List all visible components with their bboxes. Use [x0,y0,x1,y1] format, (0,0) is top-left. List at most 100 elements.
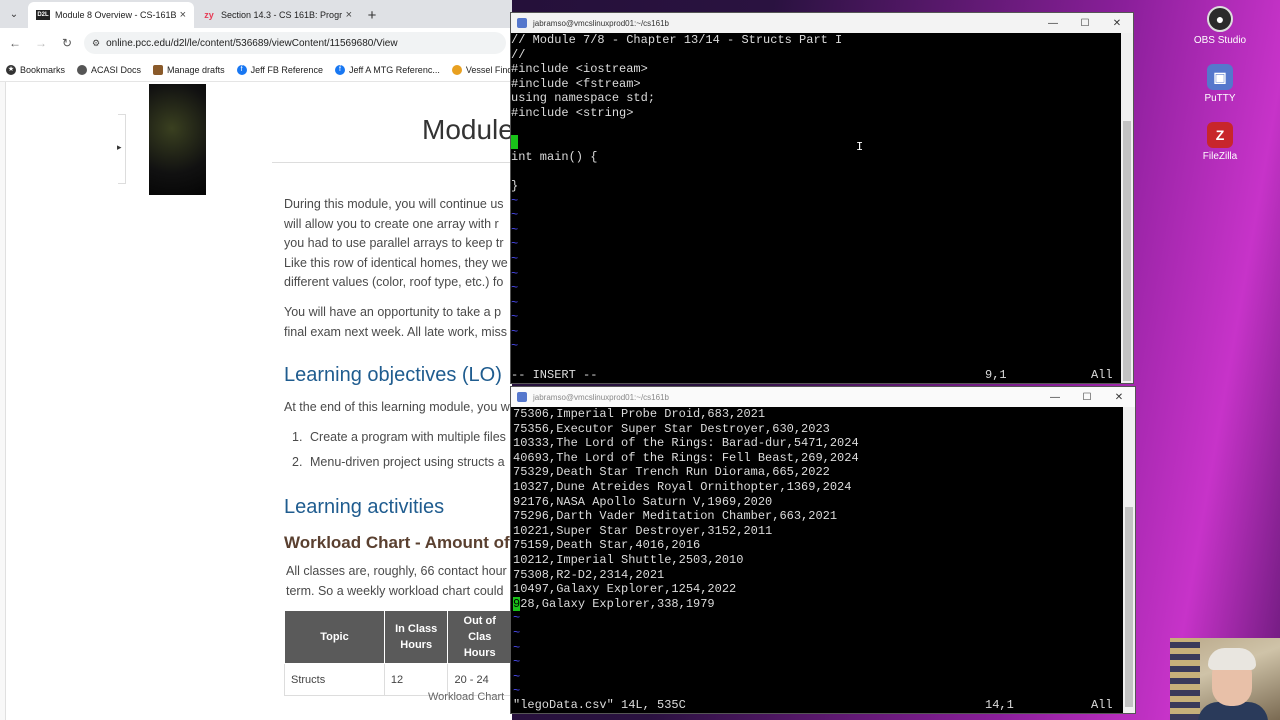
window-edge [0,82,6,720]
desktop-icon-label: OBS Studio [1193,35,1247,46]
csv-row: 10333,The Lord of the Rings: Barad-dur,5… [513,436,859,451]
putty-icon [517,392,527,402]
cursor-position: 9,1 [985,368,1007,382]
close-icon[interactable]: ✕ [1101,18,1133,29]
empty-line-tilde: ~ [513,684,521,699]
module-image [149,84,206,195]
table-header: Out of Clas Hours [447,610,512,664]
close-icon[interactable]: ✕ [1103,392,1135,403]
bookmark-manage-drafts[interactable]: Manage drafts [153,64,225,75]
empty-line-tilde: ~ [513,669,521,684]
putty-terminal-csv[interactable]: jabramso@vmcslinuxprod01:~/cs161b — ☐ ✕ … [510,386,1136,714]
terminal-line: int main() { [511,149,598,164]
table-header: Topic [284,610,385,664]
bookmark-acasi-docs[interactable]: ACASI Docs [77,64,141,75]
empty-line-tilde: ~ [511,281,519,296]
terminal-cursor: 9 [513,596,521,611]
empty-line-tilde: ~ [511,208,519,223]
new-tab-icon[interactable]: + [360,2,384,28]
vim-status-line: "legoData.csv" 14L, 535C 14,1 All [511,698,1123,713]
csv-row: 75356,Executor Super Star Destroyer,630,… [513,421,830,436]
tab-module-8[interactable]: D2L Module 8 Overview - CS-161B × [28,2,194,28]
url-text: online.pcc.edu/d2l/le/content/536689/vie… [106,37,398,49]
maximize-icon[interactable]: ☐ [1071,392,1103,403]
csv-row: 92176,NASA Apollo Saturn V,1969,2020 [513,494,773,509]
tab-section-14-3[interactable]: zy Section 14.3 - CS 161B: Program × [194,2,360,28]
bookmark-vessel-finder[interactable]: Vessel Finder [451,64,512,75]
terminal-cursor [511,135,519,150]
filezilla-shortcut[interactable]: Z FileZilla [1180,122,1260,162]
csv-row: 10212,Imperial Shuttle,2503,2010 [513,552,744,567]
back-icon[interactable]: ← [6,36,24,50]
empty-line-tilde: ~ [511,266,519,281]
reload-icon[interactable]: ↻ [58,36,76,50]
workload-table: Topic In Class Hours Out of Clas Hours S… [284,610,512,696]
address-bar[interactable]: ⚙ online.pcc.edu/d2l/le/content/536689/v… [84,32,506,54]
terminal-line: // Module 7/8 - Chapter 13/14 - Structs … [511,33,843,47]
terminal-title: jabramso@vmcslinuxprod01:~/cs161b [533,18,669,28]
empty-line-tilde: ~ [513,640,521,655]
objective-item: 2. Menu-driven project using structs a [292,455,505,469]
scroll-indicator: All [1091,368,1113,382]
forward-icon[interactable]: → [32,36,50,50]
zybooks-favicon-icon: zy [204,10,214,20]
tab-title: Module 8 Overview - CS-161B [55,10,176,20]
globe-icon [77,64,88,75]
empty-line-tilde: ~ [511,237,519,252]
text-cursor-icon: I [856,140,864,154]
minimize-icon[interactable]: — [1039,392,1071,403]
cursor-position: 14,1 [985,698,1014,712]
terminal-line: // [511,47,526,62]
minimize-icon[interactable]: — [1037,18,1069,29]
navigation-bar: ← → ↻ ⚙ online.pcc.edu/d2l/le/content/53… [0,28,512,58]
scrollbar[interactable] [1121,33,1133,383]
terminal-line: #include <fstream> [511,76,641,91]
table-caption: Workload Chart [428,691,505,703]
close-tab-icon[interactable]: × [180,9,186,21]
close-tab-icon[interactable]: × [346,9,352,21]
divider [272,162,512,163]
facebook-icon: f [334,64,345,75]
empty-line-tilde: ~ [513,611,521,626]
intro-paragraph: During this module, you will continue us… [284,197,508,289]
obs-studio-shortcut[interactable]: ● OBS Studio [1180,6,1260,46]
tab-search-chevron-icon[interactable]: ⌄ [0,0,28,28]
terminal-screen[interactable]: // Module 7/8 - Chapter 13/14 - Structs … [511,33,1121,383]
putty-shortcut[interactable]: ▣ PuTTY [1180,64,1260,104]
terminal-title: jabramso@vmcslinuxprod01:~/cs161b [533,392,669,402]
csv-row: 10327,Dune Atreides Royal Ornithopter,13… [513,479,852,494]
desktop-icon-label: PuTTY [1204,93,1236,104]
webcam-overlay [1170,638,1280,720]
browser-window: ⌄ D2L Module 8 Overview - CS-161B × zy S… [0,0,512,720]
scrollbar-thumb[interactable] [1125,507,1133,707]
empty-line-tilde: ~ [511,339,519,354]
star-icon: ★ [6,64,16,75]
csv-row: 10221,Super Star Destroyer,3152,2011 [513,523,773,538]
putty-icon: ▣ [1207,64,1233,90]
maximize-icon[interactable]: ☐ [1069,18,1101,29]
tab-bar: ⌄ D2L Module 8 Overview - CS-161B × zy S… [0,0,512,28]
terminal-screen[interactable]: 75306,Imperial Probe Droid,683,2021 75356… [511,407,1123,713]
objective-item: 1. Create a program with multiple files [292,430,506,444]
empty-line-tilde: ~ [511,324,519,339]
drafts-icon [153,64,164,75]
vessel-icon [451,64,462,75]
putty-icon [517,18,527,28]
bookmark-jeff-a-mtg[interactable]: f Jeff A MTG Referenc... [334,64,440,75]
putty-terminal-editor[interactable]: jabramso@vmcslinuxprod01:~/cs161b — ☐ ✕ … [510,12,1134,384]
empty-line-tilde: ~ [513,625,521,640]
empty-line-tilde: ~ [511,295,519,310]
bookmark-bookmarks[interactable]: ★ Bookmarks [6,64,65,75]
empty-line-tilde: ~ [511,310,519,325]
scrollbar-thumb[interactable] [1123,121,1131,381]
expand-arrow-icon[interactable]: ▸ [117,142,122,153]
site-info-icon[interactable]: ⚙ [92,38,100,49]
scrollbar[interactable] [1123,407,1135,713]
terminal-titlebar[interactable]: jabramso@vmcslinuxprod01:~/cs161b — ☐ ✕ [511,387,1135,407]
terminal-titlebar[interactable]: jabramso@vmcslinuxprod01:~/cs161b — ☐ ✕ [511,13,1133,33]
exam-paragraph: You will have an opportunity to take a p… [284,305,507,339]
learning-objectives-heading: Learning objectives (LO) [284,364,502,386]
learning-activities-heading: Learning activities [284,496,445,518]
bookmark-jeff-fb-reference[interactable]: f Jeff FB Reference [236,64,323,75]
